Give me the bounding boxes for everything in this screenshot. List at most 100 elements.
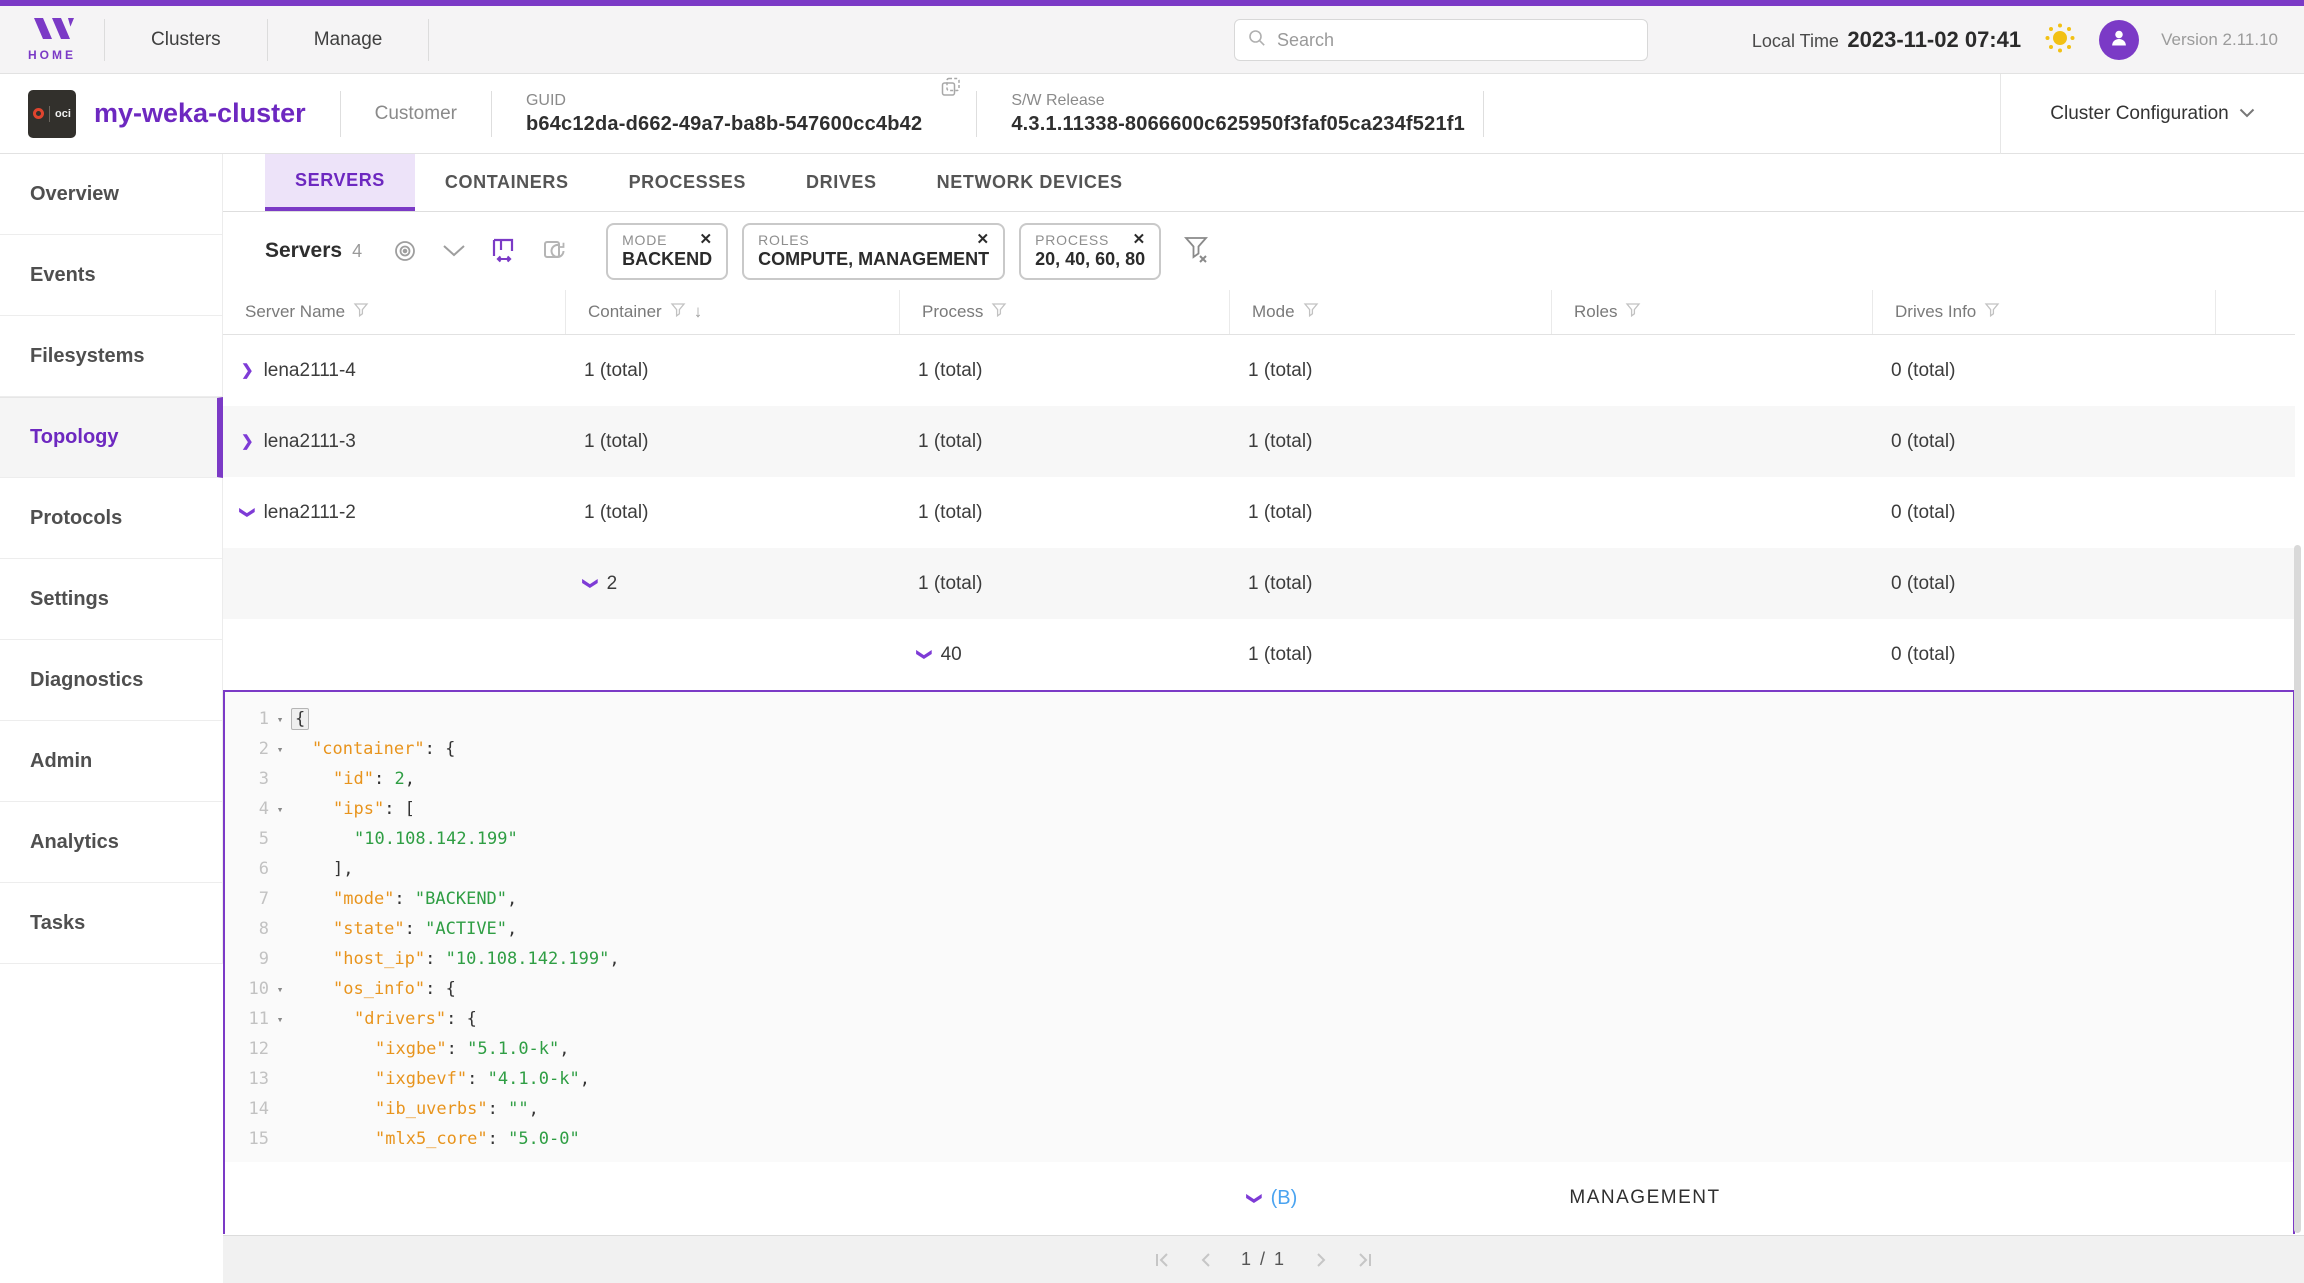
collapse-node-icon[interactable]: ▾ — [269, 743, 291, 756]
json-token: "container" — [312, 739, 425, 759]
column-filter-icon[interactable] — [1984, 302, 2000, 323]
tab-containers[interactable]: CONTAINERS — [415, 154, 599, 211]
column-filter-icon[interactable] — [353, 302, 369, 323]
remove-filter-icon[interactable]: ✕ — [1133, 232, 1146, 247]
column-header-drives-info[interactable]: Drives Info — [1873, 290, 2216, 334]
table-cell: 0 (total) — [1873, 619, 2216, 690]
sidebar-item-label: Overview — [30, 183, 119, 206]
reset-columns-icon[interactable] — [542, 238, 568, 264]
collapse-node-icon[interactable]: ▾ — [269, 803, 291, 816]
column-header-process[interactable]: Process — [900, 290, 1230, 334]
tab-processes[interactable]: PROCESSES — [599, 154, 776, 211]
fit-columns-icon[interactable] — [490, 237, 518, 265]
json-token: "4.1.0-k" — [488, 1069, 580, 1089]
guid-value: b64c12da-d662-49a7-ba8b-547600cc4b42 — [526, 113, 922, 136]
table-cell: 1 (total) — [1230, 406, 1552, 477]
nav-manage[interactable]: Manage — [268, 29, 429, 51]
column-filter-icon[interactable] — [991, 302, 1007, 323]
table-cell — [1552, 619, 1873, 690]
previous-page-icon[interactable] — [1197, 1251, 1215, 1269]
sidebar-item-topology[interactable]: Topology — [0, 397, 223, 478]
collapse-row-icon[interactable]: ❯ — [1247, 1192, 1262, 1205]
visibility-eye-icon[interactable] — [392, 238, 418, 264]
filter-chip-roles[interactable]: ROLES✕COMPUTE, MANAGEMENT — [742, 223, 1005, 280]
sidebar-item-protocols[interactable]: Protocols — [0, 478, 223, 559]
user-avatar[interactable] — [2099, 20, 2139, 60]
json-token: : { — [425, 979, 456, 999]
table-cell — [223, 548, 566, 619]
home-logo-button[interactable]: HOME — [0, 17, 104, 62]
cell-text: MANAGEMENT — [1569, 1187, 1720, 1209]
collapse-row-icon[interactable]: ❯ — [583, 577, 598, 590]
next-page-icon[interactable] — [1312, 1251, 1330, 1269]
column-header-mode[interactable]: Mode — [1230, 290, 1552, 334]
sort-descending-icon[interactable]: ↓ — [694, 302, 703, 322]
table-row[interactable]: ❯21 (total)1 (total)0 (total) — [223, 548, 2295, 619]
search-icon — [1247, 28, 1267, 53]
column-filter-icon[interactable] — [1303, 302, 1319, 323]
filter-chip-process[interactable]: PROCESS✕20, 40, 60, 80 — [1019, 223, 1161, 280]
collapse-node-icon[interactable]: ▾ — [269, 713, 291, 726]
cell-text: (B) — [1271, 1187, 1298, 1210]
cell-text: 0 (total) — [1891, 573, 1955, 595]
filter-chip-mode[interactable]: MODE✕BACKEND — [606, 223, 728, 280]
cell-text: 1 (total) — [584, 431, 648, 453]
json-token: : — [447, 1039, 467, 1059]
table-row[interactable]: ❯401 (total)0 (total) — [223, 619, 2295, 690]
json-line: 12"ixgbe": "5.1.0-k", — [225, 1034, 2293, 1064]
json-token: "ixgbevf" — [375, 1069, 467, 1089]
remove-filter-icon[interactable]: ✕ — [700, 232, 713, 247]
tab-network-devices[interactable]: NETWORK DEVICES — [907, 154, 1153, 211]
column-filter-icon[interactable] — [1625, 302, 1641, 323]
table-row[interactable]: ❯lena2111-41 (total)1 (total)1 (total)0 … — [223, 335, 2295, 406]
sidebar-item-diagnostics[interactable]: Diagnostics — [0, 640, 223, 721]
copy-guid-icon[interactable] — [940, 76, 962, 103]
json-token: "id" — [333, 769, 374, 789]
search-input[interactable] — [1277, 30, 1635, 51]
column-filter-icon[interactable] — [670, 302, 686, 323]
table-cell — [566, 619, 900, 690]
column-header-server-name[interactable]: Server Name — [223, 290, 566, 334]
expand-chevron-icon[interactable] — [442, 244, 466, 258]
json-line: 5"10.108.142.199" — [225, 824, 2293, 854]
sidebar-item-overview[interactable]: Overview — [0, 154, 223, 235]
expand-row-icon[interactable]: ❯ — [241, 434, 254, 449]
last-page-icon[interactable] — [1356, 1251, 1374, 1269]
search-box[interactable] — [1234, 19, 1648, 61]
sidebar-item-settings[interactable]: Settings — [0, 559, 223, 640]
remove-filter-icon[interactable]: ✕ — [977, 232, 990, 247]
cell-text: lena2111-4 — [264, 360, 356, 382]
cluster-configuration-dropdown[interactable]: Cluster Configuration — [2000, 74, 2304, 154]
tab-drives[interactable]: DRIVES — [776, 154, 907, 211]
topbar-right-group: Local Time 2023-11-02 07:41 Version 2.11… — [1752, 6, 2278, 74]
column-header-container[interactable]: Container↓ — [566, 290, 900, 334]
collapse-row-icon[interactable]: ❯ — [240, 506, 255, 519]
collapse-node-icon[interactable]: ▾ — [269, 983, 291, 996]
sidebar-item-events[interactable]: Events — [0, 235, 223, 316]
theme-sun-icon[interactable] — [2043, 21, 2077, 60]
json-line: 11▾"drivers": { — [225, 1004, 2293, 1034]
clear-filters-icon[interactable] — [1183, 234, 1211, 269]
tab-servers[interactable]: SERVERS — [265, 154, 415, 211]
first-page-icon[interactable] — [1153, 1251, 1171, 1269]
sidebar-item-admin[interactable]: Admin — [0, 721, 223, 802]
cell-spacer — [2216, 406, 2295, 477]
sidebar-item-filesystems[interactable]: Filesystems — [0, 316, 223, 397]
column-header-label: Server Name — [245, 302, 345, 322]
column-header-roles[interactable]: Roles — [1552, 290, 1873, 334]
table-cell: 1 (total) — [566, 477, 900, 548]
vertical-scrollbar[interactable] — [2294, 545, 2301, 1233]
json-line: 7"mode": "BACKEND", — [225, 884, 2293, 914]
table-cell: 0 (total) — [1873, 477, 2216, 548]
sidebar-item-analytics[interactable]: Analytics — [0, 802, 223, 883]
sidebar-item-tasks[interactable]: Tasks — [0, 883, 223, 964]
expand-row-icon[interactable]: ❯ — [241, 363, 254, 378]
json-token: : — [425, 949, 445, 969]
table-cell: ❯40 — [900, 619, 1230, 690]
collapse-node-icon[interactable]: ▾ — [269, 1013, 291, 1026]
process-detail-row[interactable]: ❯ (B) MANAGEMENT — [225, 1162, 2293, 1234]
collapse-row-icon[interactable]: ❯ — [917, 648, 932, 661]
table-row[interactable]: ❯lena2111-31 (total)1 (total)1 (total)0 … — [223, 406, 2295, 477]
nav-clusters[interactable]: Clusters — [105, 29, 267, 51]
table-row[interactable]: ❯lena2111-21 (total)1 (total)1 (total)0 … — [223, 477, 2295, 548]
